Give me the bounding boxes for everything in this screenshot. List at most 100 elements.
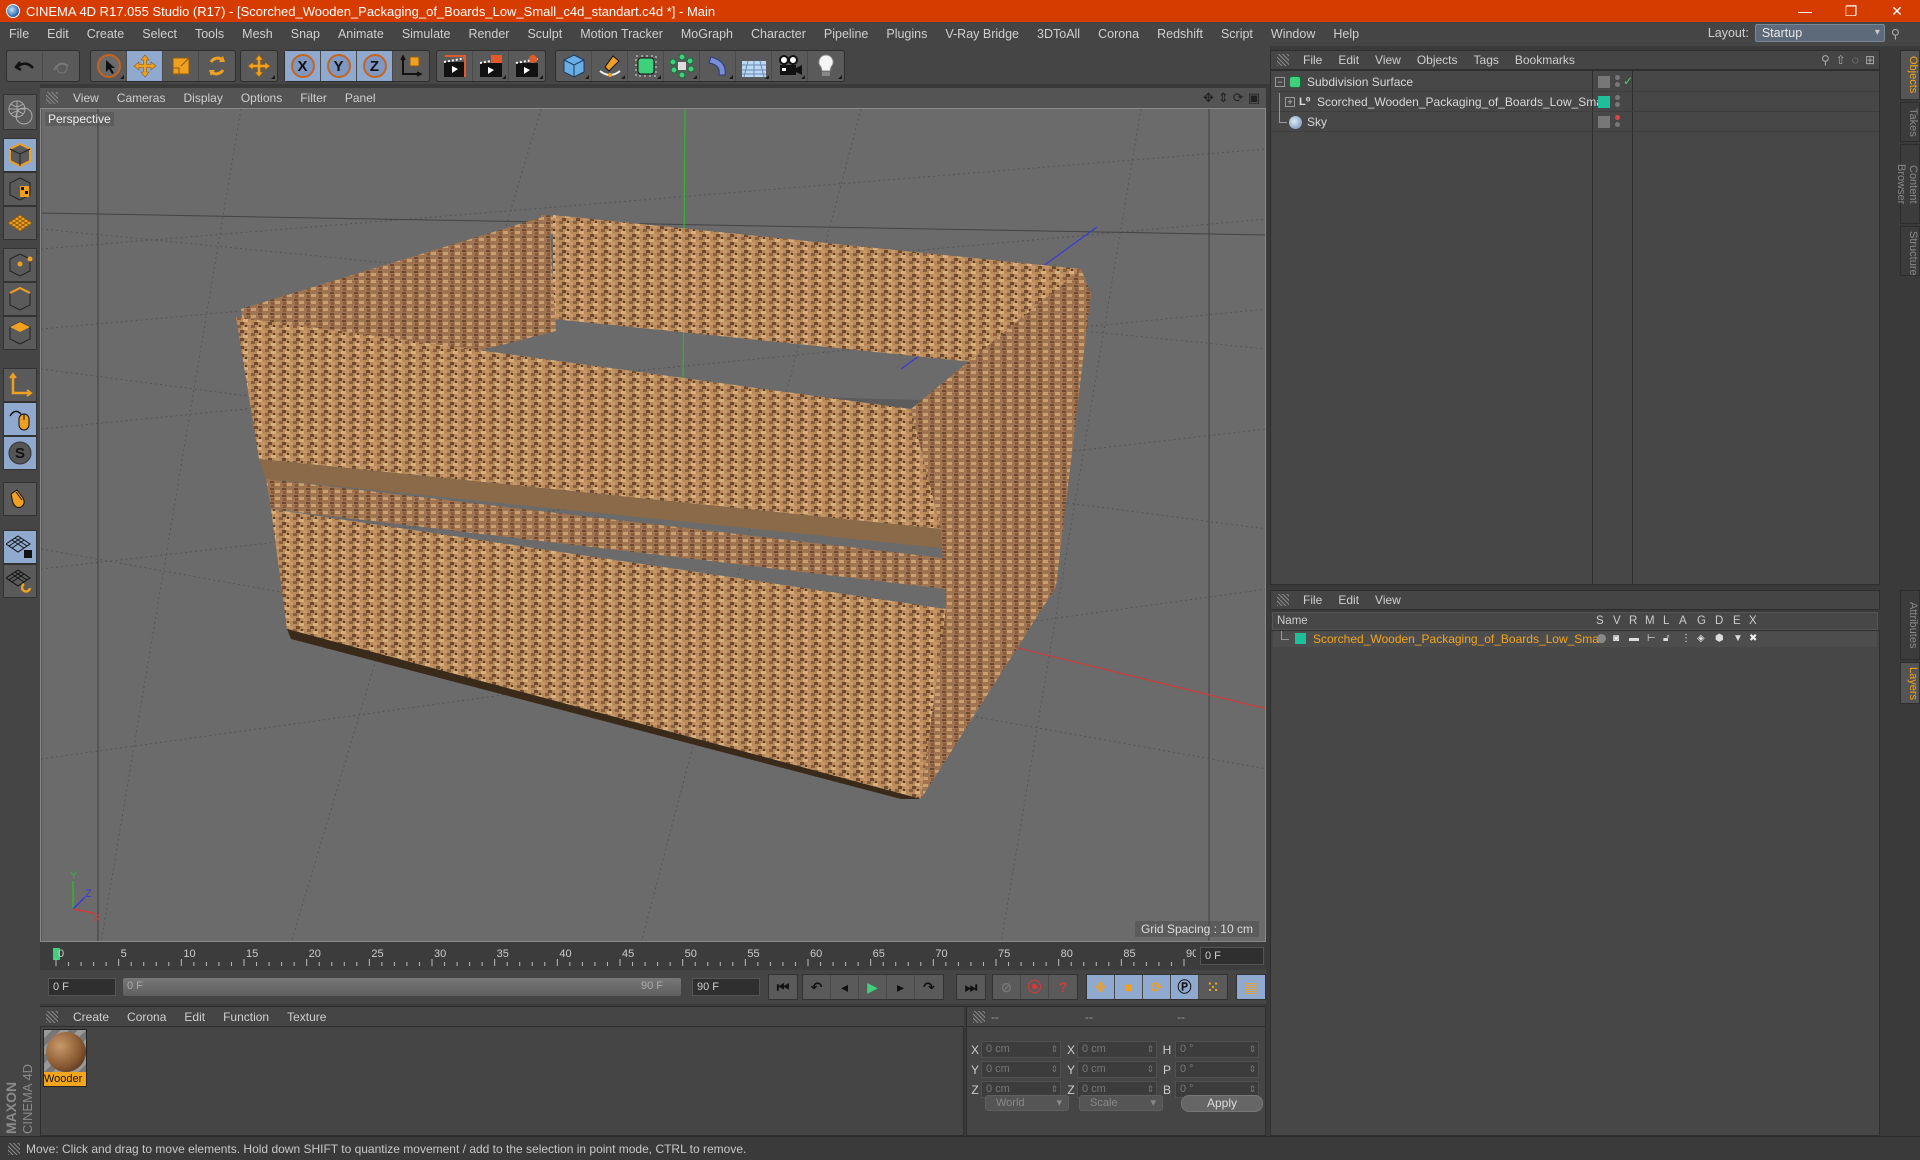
pos-x-field[interactable]: 0 cm <box>981 1041 1061 1058</box>
drag-handle-icon[interactable] <box>1277 54 1289 66</box>
key-rotation-icon[interactable]: ⟳ <box>1143 975 1171 999</box>
column-render[interactable]: R <box>1629 615 1637 627</box>
subdivision-surface-button[interactable] <box>628 51 664 81</box>
object-name[interactable]: Scorched_Wooden_Packaging_of_Boards_Low_… <box>1317 95 1608 109</box>
menu-render[interactable]: Render <box>459 27 518 41</box>
render-settings-button[interactable] <box>509 51 545 81</box>
material-menu-corona[interactable]: Corona <box>118 1010 175 1024</box>
layer-color-tag[interactable] <box>1598 96 1610 108</box>
light-button[interactable] <box>808 51 844 81</box>
menu-window[interactable]: Window <box>1262 27 1324 41</box>
camera-button[interactable] <box>772 51 808 81</box>
layer-row[interactable]: Scorched_Wooden_Packaging_of_Boards_Low_… <box>1273 631 1877 647</box>
editor-render-dots[interactable] <box>1615 95 1620 109</box>
column-view[interactable]: V <box>1613 615 1621 627</box>
keyframe-help-icon[interactable]: ? <box>1049 975 1077 999</box>
menu-help[interactable]: Help <box>1324 27 1368 41</box>
menu-pipeline[interactable]: Pipeline <box>815 27 877 41</box>
3d-viewport[interactable]: Y Z X Perspective Grid Spacing : 10 cm <box>40 108 1266 942</box>
xref-toggle-icon[interactable]: ✖ <box>1749 633 1757 644</box>
visibility-toggle[interactable] <box>1598 76 1610 88</box>
material-menu-texture[interactable]: Texture <box>278 1010 335 1024</box>
next-frame-icon[interactable]: ▸ <box>887 975 915 999</box>
menu-character[interactable]: Character <box>742 27 815 41</box>
animation-toggle-icon[interactable]: ⋮ <box>1681 633 1691 644</box>
axis-mode-button[interactable] <box>3 368 37 402</box>
polygons-mode-button[interactable] <box>3 316 37 350</box>
model-mode-button[interactable] <box>3 138 37 172</box>
play-icon[interactable]: ▶ <box>859 975 887 999</box>
enabled-check-icon[interactable]: ✓ <box>1623 74 1633 88</box>
tab-structure[interactable]: Structure <box>1900 226 1920 276</box>
orbit-icon[interactable]: ⟳ <box>1233 90 1244 106</box>
range-slider[interactable]: 0 F 90 F <box>122 977 682 997</box>
menu-mesh[interactable]: Mesh <box>233 27 282 41</box>
object-menu-objects[interactable]: Objects <box>1409 53 1466 67</box>
column-expressions[interactable]: E <box>1733 615 1741 627</box>
menu-3dtoall[interactable]: 3DToAll <box>1028 27 1089 41</box>
texture-mode-button[interactable] <box>3 172 37 206</box>
end-frame-field[interactable]: 90 F <box>692 978 760 996</box>
column-xref[interactable]: X <box>1749 615 1757 627</box>
previous-key-icon[interactable]: ↶ <box>803 975 831 999</box>
generators-toggle-icon[interactable]: ◈ <box>1697 633 1705 644</box>
pan-icon[interactable]: ✥ <box>1203 90 1214 106</box>
rot-h-field[interactable]: 0 ° <box>1175 1041 1259 1058</box>
object-menu-bookmarks[interactable]: Bookmarks <box>1507 53 1583 67</box>
tab-takes[interactable]: Takes <box>1900 102 1920 142</box>
points-mode-button[interactable] <box>3 248 37 282</box>
y-axis-button[interactable]: Y <box>321 51 357 81</box>
render-picture-viewer-button[interactable] <box>473 51 509 81</box>
size-mode-dropdown[interactable]: Scale <box>1079 1095 1163 1111</box>
editor-render-dots[interactable] <box>1615 75 1620 89</box>
pos-y-field[interactable]: 0 cm <box>981 1061 1061 1078</box>
viewport-menu-filter[interactable]: Filter <box>291 91 336 105</box>
workplane-button[interactable] <box>3 206 37 240</box>
layer-name[interactable]: Scorched_Wooden_Packaging_of_Boards_Low_… <box>1313 632 1604 646</box>
restore-button[interactable]: ❐ <box>1828 0 1874 22</box>
planar-workplane-button[interactable] <box>3 564 37 598</box>
floor-button[interactable] <box>736 51 772 81</box>
live-selection-button[interactable] <box>91 51 127 81</box>
close-button[interactable]: ✕ <box>1874 0 1920 22</box>
column-animation[interactable]: A <box>1679 615 1687 627</box>
menu-edit[interactable]: Edit <box>38 27 78 41</box>
viewport-menu-panel[interactable]: Panel <box>336 91 385 105</box>
menu-motion-tracker[interactable]: Motion Tracker <box>571 27 672 41</box>
viewport-menu-options[interactable]: Options <box>232 91 291 105</box>
object-row-crate[interactable]: + L⁰ Scorched_Wooden_Packaging_of_Boards… <box>1271 93 1879 113</box>
material-menu-create[interactable]: Create <box>64 1010 118 1024</box>
go-to-end-icon[interactable]: ⏭ <box>957 975 985 999</box>
home-icon[interactable]: ⇧ <box>1836 53 1846 67</box>
object-row-subdivision-surface[interactable]: − Subdivision Surface ✓ <box>1271 73 1879 92</box>
start-frame-field[interactable]: 0 F <box>48 978 116 996</box>
solo-toggle-icon[interactable] <box>1597 634 1606 643</box>
tweak-mode-button[interactable] <box>3 402 37 436</box>
menu-script[interactable]: Script <box>1212 27 1262 41</box>
column-manager[interactable]: M <box>1645 615 1655 627</box>
drag-handle-icon[interactable] <box>973 1010 985 1023</box>
key-param-icon[interactable]: Ⓟ <box>1171 975 1199 999</box>
layout-dropdown[interactable]: Startup <box>1754 24 1885 42</box>
object-name[interactable]: Sky <box>1307 115 1327 129</box>
recent-move-button[interactable] <box>241 51 277 81</box>
previous-frame-icon[interactable]: ◂ <box>831 975 859 999</box>
world-coordinates-button[interactable] <box>393 51 429 81</box>
menu-plugins[interactable]: Plugins <box>877 27 936 41</box>
apply-button[interactable]: Apply <box>1181 1095 1263 1112</box>
menu-file[interactable]: File <box>0 27 38 41</box>
eye-icon[interactable]: ◌ <box>1852 53 1859 67</box>
solo-button[interactable]: S <box>3 436 37 470</box>
deformers-toggle-icon[interactable]: ⬢ <box>1715 633 1724 644</box>
menu-mograph[interactable]: MoGraph <box>672 27 742 41</box>
render-view-button[interactable] <box>437 51 473 81</box>
drag-handle-icon[interactable] <box>1277 594 1289 606</box>
menu-select[interactable]: Select <box>133 27 186 41</box>
menu-sculpt[interactable]: Sculpt <box>518 27 571 41</box>
drag-handle-icon[interactable] <box>46 92 58 104</box>
pen-spline-button[interactable] <box>592 51 628 81</box>
column-name[interactable]: Name <box>1277 615 1308 627</box>
tab-content-browser[interactable]: Content Browser <box>1895 144 1920 224</box>
view-toggle-icon[interactable]: ◙ <box>1613 633 1619 644</box>
menu-tools[interactable]: Tools <box>186 27 233 41</box>
